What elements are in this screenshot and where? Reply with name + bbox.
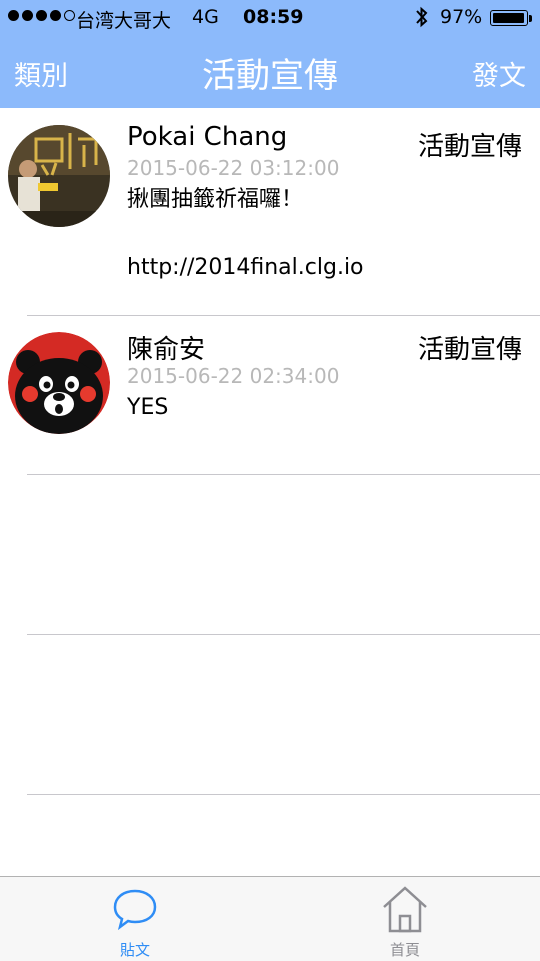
list-item[interactable]: Pokai Chang 活動宣傳 2015-06-22 03:12:00 揪團抽…	[0, 108, 540, 316]
avatar	[8, 125, 110, 227]
bluetooth-icon	[414, 5, 430, 34]
divider	[27, 794, 540, 795]
status-bar: 台湾大哥大 4G 08:59 97%	[0, 0, 540, 36]
battery-icon	[490, 10, 528, 26]
tab-bar: 貼文 首頁	[0, 876, 540, 961]
divider	[27, 634, 540, 635]
status-time: 08:59	[243, 6, 304, 28]
post-category: 活動宣傳	[417, 335, 522, 365]
signal-strength-icon	[8, 10, 75, 21]
tab-home-label: 首頁	[389, 941, 420, 959]
carrier-name: 台湾大哥大	[76, 10, 172, 32]
post-category: 活動宣傳	[417, 132, 522, 162]
post-content: 揪團抽籤祈福囉！ http://2014final.clg.io	[127, 187, 364, 280]
post-author: 陳俞安	[127, 335, 206, 365]
divider	[27, 474, 540, 475]
post-timestamp: 2015-06-22 03:12:00	[127, 156, 340, 180]
network-type: 4G	[192, 6, 219, 28]
tab-posts[interactable]: 貼文	[0, 877, 270, 961]
post-content: YES	[127, 395, 169, 420]
page-title: 活動宣傳	[202, 56, 338, 96]
post-author: Pokai Chang	[127, 122, 288, 152]
tab-posts-label: 貼文	[119, 941, 150, 959]
post-timestamp: 2015-06-22 02:34:00	[127, 364, 340, 388]
navigation-bar: 台湾大哥大 4G 08:59 97% 類別 活動宣傳 發文	[0, 0, 540, 108]
speech-bubble-icon	[113, 889, 157, 931]
battery-percent: 97%	[440, 6, 483, 28]
tab-home[interactable]: 首頁	[270, 877, 540, 961]
compose-button[interactable]: 發文	[472, 54, 526, 93]
house-icon	[383, 886, 427, 933]
avatar	[8, 332, 110, 434]
list-item[interactable]: 陳俞安 活動宣傳 2015-06-22 02:34:00 YES	[0, 316, 540, 474]
